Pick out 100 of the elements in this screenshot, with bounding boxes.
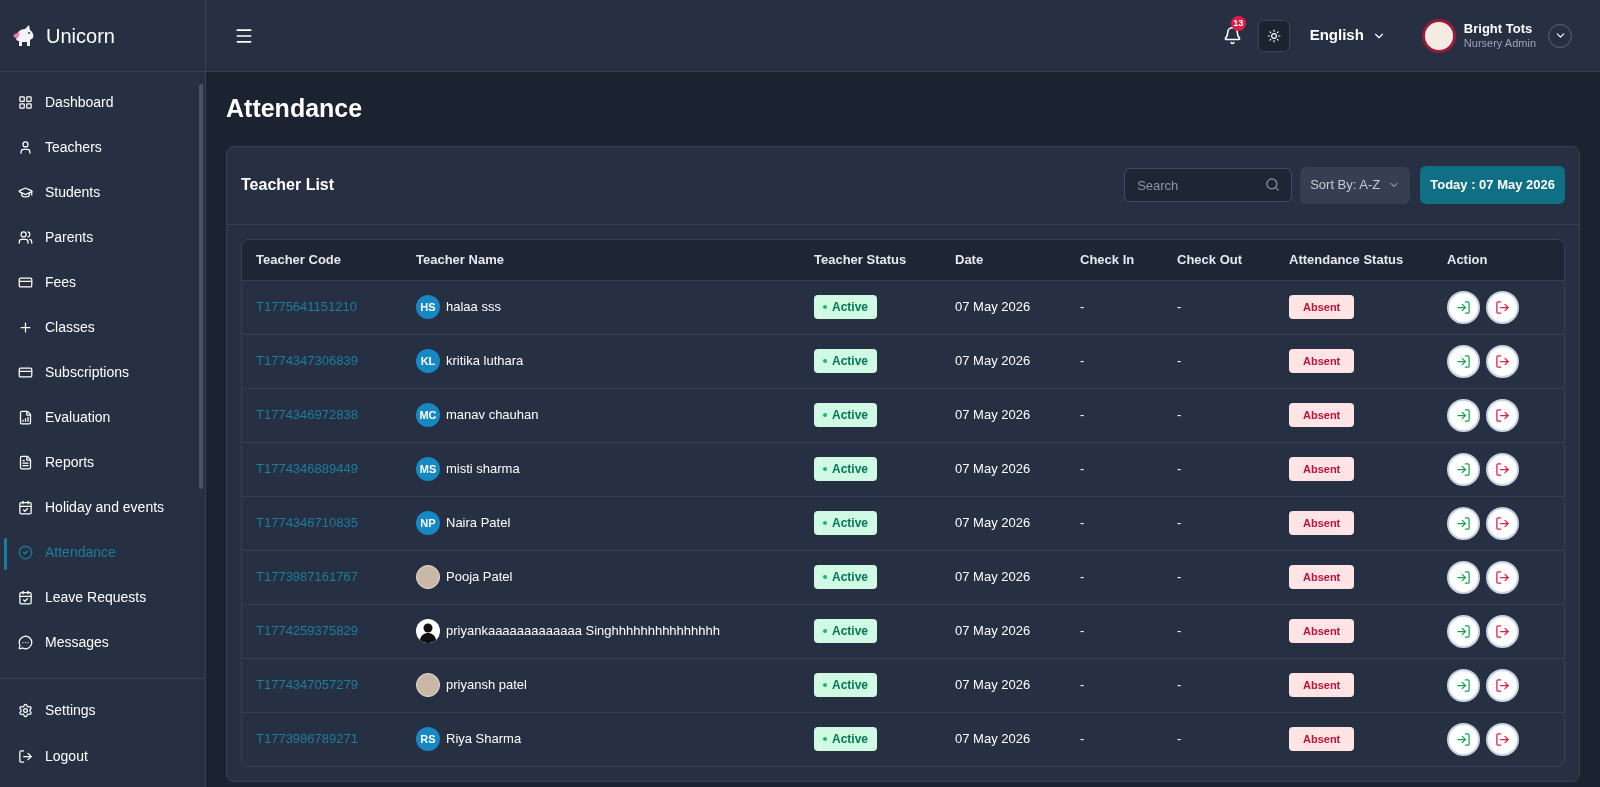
panel-title: Teacher List bbox=[241, 175, 335, 195]
sidebar-item[interactable]: Logout bbox=[0, 733, 205, 779]
column-header: Teacher Status bbox=[814, 250, 908, 269]
date-cell-text: 07 May 2026 bbox=[955, 406, 1032, 425]
teacher-name: manav chauhan bbox=[446, 406, 539, 425]
check-in-cell-text: - bbox=[1080, 298, 1085, 317]
card-icon bbox=[18, 275, 33, 290]
sidebar-item[interactable]: Settings bbox=[0, 687, 205, 733]
user-name: Bright Tots bbox=[1463, 20, 1534, 37]
status-badge: Active bbox=[814, 727, 878, 751]
check-out-cell-text: - bbox=[1177, 730, 1182, 749]
check-out-button[interactable] bbox=[1486, 398, 1519, 432]
teacher-name: misti sharma bbox=[446, 460, 520, 479]
check-in-button[interactable] bbox=[1447, 290, 1480, 324]
check-out-button[interactable] bbox=[1486, 560, 1519, 594]
status-badge: Active bbox=[814, 673, 878, 697]
sidebar-item[interactable]: Fees bbox=[0, 260, 205, 305]
avatar-initials: MC bbox=[416, 403, 440, 427]
status-badge: Active bbox=[814, 511, 878, 535]
check-out-button[interactable] bbox=[1486, 290, 1519, 324]
date-cell-text: 07 May 2026 bbox=[955, 298, 1032, 317]
attendance-badge: Absent bbox=[1289, 295, 1355, 319]
photo-placeholder bbox=[416, 673, 440, 697]
login-arrow-icon bbox=[1456, 623, 1471, 639]
check-in-button[interactable] bbox=[1447, 344, 1480, 378]
notification-count: 13 bbox=[1230, 16, 1246, 31]
logout-icon bbox=[18, 748, 33, 764]
user-role: Nursery Admin bbox=[1463, 36, 1536, 51]
sidebar-item[interactable]: Parents bbox=[0, 215, 205, 260]
sort-dropdown[interactable]: Sort By: A-Z bbox=[1300, 166, 1411, 204]
avatar-initials: RS bbox=[416, 727, 440, 751]
sidebar-item[interactable]: Teachers bbox=[0, 125, 205, 170]
plus-icon bbox=[18, 320, 33, 335]
user-icon bbox=[18, 140, 33, 155]
column-header: Attendance Status bbox=[1289, 250, 1405, 269]
card-icon bbox=[18, 365, 33, 380]
status-badge: Active bbox=[814, 295, 878, 319]
check-out-button[interactable] bbox=[1486, 344, 1519, 378]
today-date-button[interactable]: Today : 07 May 2026 bbox=[1420, 166, 1565, 204]
check-out-button[interactable] bbox=[1486, 614, 1519, 648]
brand-name: Unicorn bbox=[46, 23, 115, 49]
check-in-button[interactable] bbox=[1447, 398, 1480, 432]
check-out-button[interactable] bbox=[1486, 722, 1519, 756]
check-out-cell-text: - bbox=[1177, 406, 1182, 425]
sidebar-item[interactable]: Students bbox=[0, 170, 205, 215]
check-in-button[interactable] bbox=[1447, 614, 1480, 648]
check-in-button[interactable] bbox=[1447, 668, 1480, 702]
check-in-button[interactable] bbox=[1447, 452, 1480, 486]
check-in-cell-text: - bbox=[1080, 352, 1085, 371]
sidebar-item[interactable]: Leave Requests bbox=[0, 575, 205, 620]
sidebar-item[interactable]: Messages bbox=[0, 620, 205, 665]
check-in-cell-text: - bbox=[1080, 676, 1085, 695]
check-in-cell-text: - bbox=[1080, 406, 1085, 425]
sidebar-item[interactable]: Holiday and events bbox=[0, 485, 205, 530]
check-in-cell-text: - bbox=[1080, 514, 1085, 533]
check-in-button[interactable] bbox=[1447, 560, 1480, 594]
login-arrow-icon bbox=[1456, 353, 1471, 369]
date-cell-text: 07 May 2026 bbox=[955, 676, 1032, 695]
check-out-cell-text: - bbox=[1177, 298, 1182, 317]
search-field[interactable]: Search bbox=[1124, 168, 1293, 202]
check-out-button[interactable] bbox=[1486, 452, 1519, 486]
login-arrow-icon bbox=[1456, 299, 1471, 315]
check-out-button[interactable] bbox=[1486, 506, 1519, 540]
theme-toggle-button[interactable] bbox=[1257, 19, 1290, 52]
sidebar-item[interactable]: Evaluation bbox=[0, 395, 205, 440]
language-dropdown[interactable]: English bbox=[1309, 24, 1386, 47]
settings-icon bbox=[18, 702, 33, 718]
check-out-cell-text: - bbox=[1177, 568, 1182, 587]
status-badge: Active bbox=[814, 565, 878, 589]
check-in-cell-text: - bbox=[1080, 460, 1085, 479]
date-cell-text: 07 May 2026 bbox=[955, 460, 1032, 479]
attendance-badge: Absent bbox=[1289, 727, 1355, 751]
sidebar-item[interactable]: Reports bbox=[0, 440, 205, 485]
avatar-initials: HS bbox=[416, 295, 440, 319]
check-in-button[interactable] bbox=[1447, 506, 1480, 540]
grid-icon bbox=[18, 95, 33, 110]
check-in-button[interactable] bbox=[1447, 722, 1480, 756]
check-out-cell-text: - bbox=[1177, 460, 1182, 479]
column-header: Check In bbox=[1080, 250, 1136, 269]
status-badge: Active bbox=[814, 619, 878, 643]
notification-bell-icon[interactable] bbox=[1222, 26, 1242, 45]
check-out-cell-text: - bbox=[1177, 352, 1182, 371]
check-out-button[interactable] bbox=[1486, 668, 1519, 702]
attendance-badge: Absent bbox=[1289, 349, 1355, 373]
login-arrow-icon bbox=[1456, 731, 1471, 747]
date-cell-text: 07 May 2026 bbox=[955, 514, 1032, 533]
check-in-cell-text: - bbox=[1080, 622, 1085, 641]
sidebar-item[interactable]: Subscriptions bbox=[0, 350, 205, 395]
chart-file-icon bbox=[18, 410, 33, 425]
photo-placeholder bbox=[416, 565, 440, 589]
sidebar-item[interactable]: Classes bbox=[0, 305, 205, 350]
attendance-badge: Absent bbox=[1289, 511, 1355, 535]
chat-icon bbox=[18, 635, 33, 650]
sidebar-item[interactable]: Dashboard bbox=[0, 80, 205, 125]
status-badge: Active bbox=[814, 457, 878, 481]
date-cell-text: 07 May 2026 bbox=[955, 622, 1032, 641]
users-icon bbox=[18, 230, 33, 245]
login-arrow-icon bbox=[1456, 515, 1471, 531]
attendance-badge: Absent bbox=[1289, 673, 1355, 697]
column-header: Teacher Code bbox=[256, 250, 342, 269]
